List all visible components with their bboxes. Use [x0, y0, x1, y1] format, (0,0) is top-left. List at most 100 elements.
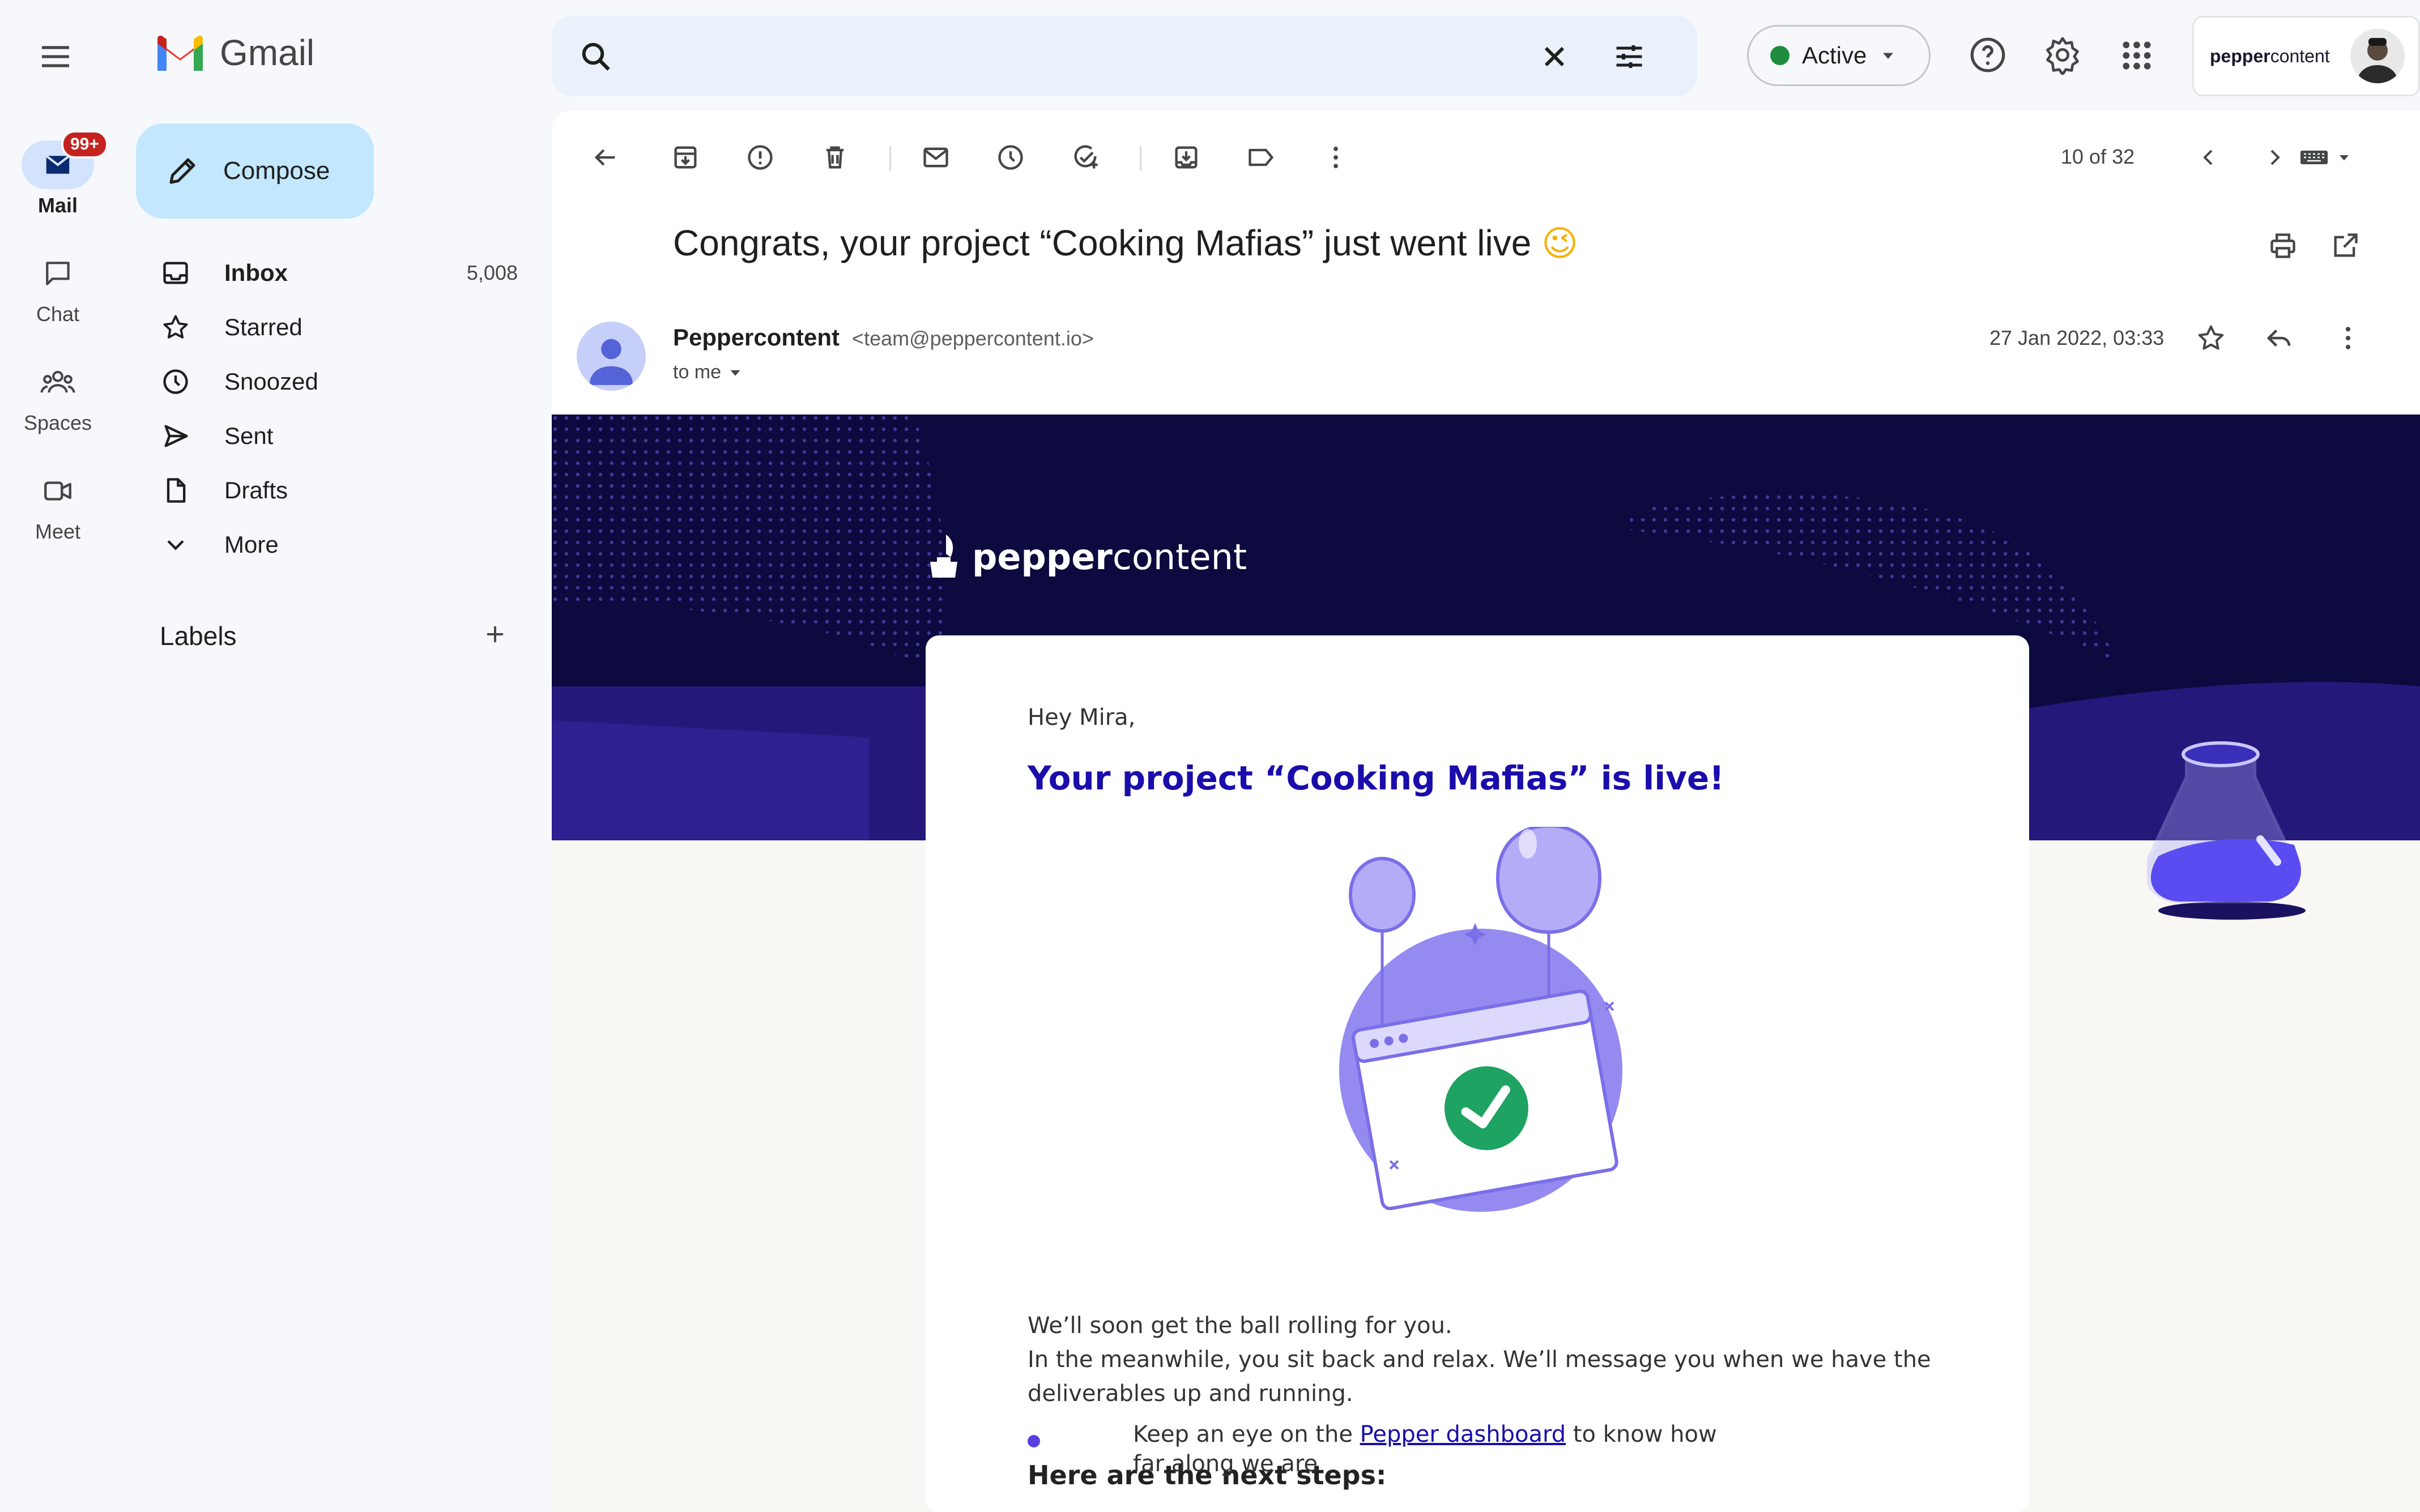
chevron-down-icon [161, 530, 195, 559]
star-icon [161, 313, 195, 342]
nav-item-snoozed[interactable]: Snoozed [161, 358, 529, 405]
add-task-icon [1071, 143, 1100, 172]
status-dot [1770, 46, 1790, 65]
video-camera-icon [22, 467, 94, 515]
nav-label: Snoozed [224, 368, 318, 395]
input-tools-button[interactable] [2299, 144, 2353, 171]
sidebar: Gmail Compose Inbox 5,008 Starred Snooze… [116, 0, 552, 1512]
sender-info: Peppercontent <team@peppercontent.io> [673, 324, 1094, 351]
clear-search-icon[interactable] [1537, 40, 1571, 74]
nav-label: Sent [224, 422, 274, 449]
avatar [2350, 29, 2405, 83]
print-icon[interactable] [2268, 231, 2298, 260]
chevron-right-icon [2261, 144, 2289, 171]
main-menu-icon[interactable] [37, 39, 74, 75]
project-live-illustration [1311, 827, 1628, 1235]
add-label-button[interactable] [478, 617, 512, 651]
keyboard-icon [2299, 144, 2329, 171]
back-button[interactable] [581, 134, 629, 181]
pencil-icon [165, 154, 199, 188]
settings-gear-icon[interactable] [2043, 35, 2082, 75]
reply-icon[interactable] [2264, 323, 2294, 353]
nav-item-starred[interactable]: Starred [161, 304, 529, 351]
compose-button[interactable]: Compose [136, 123, 374, 219]
account-switcher[interactable]: peppercontent [2192, 16, 2420, 96]
chat-icon [22, 249, 94, 298]
rail-item-mail[interactable]: 99+ Mail [0, 130, 116, 217]
newer-button[interactable] [2184, 134, 2232, 181]
email-subject: Congrats, your project “Cooking Mafias” … [673, 223, 1532, 263]
sender-name[interactable]: Peppercontent [673, 324, 840, 351]
dropdown-arrow-icon [1878, 45, 1898, 66]
clock-icon [161, 367, 195, 396]
snooze-button[interactable] [987, 134, 1034, 181]
mail-icon: 99+ [22, 130, 108, 189]
body-line-2: In the meanwhile, you sit back and relax… [1028, 1347, 1931, 1373]
nav-item-drafts[interactable]: Drafts [161, 467, 529, 514]
sender-avatar[interactable] [577, 322, 646, 391]
greeting: Hey Mira, [1028, 704, 1136, 731]
sender-email: <team@peppercontent.io> [852, 327, 1094, 350]
app-rail: 99+ Mail Chat Spaces Meet [0, 0, 116, 1512]
inbox-icon [161, 258, 195, 288]
archive-button[interactable] [662, 134, 709, 181]
help-icon[interactable] [1968, 35, 2008, 75]
rail-item-spaces[interactable]: Spaces [0, 358, 116, 435]
account-brand: peppercontent [2210, 45, 2330, 66]
chevron-left-icon [2195, 144, 2222, 171]
rail-item-meet[interactable]: Meet [0, 467, 116, 544]
step-text: Keep an eye on the Pepper dashboard to k… [1133, 1421, 1717, 1447]
plus-icon [482, 621, 509, 648]
archive-icon [671, 143, 700, 172]
gmail-logo[interactable]: Gmail [153, 32, 314, 74]
email-card: Hey Mira, Your project “Cooking Mafias” … [926, 635, 2029, 1512]
nav-label: Inbox [224, 259, 288, 286]
move-to-button[interactable] [1162, 134, 1210, 181]
status-selector[interactable]: Active [1747, 25, 1931, 86]
star-message-icon[interactable] [2196, 323, 2226, 353]
recipient-details-toggle[interactable]: to me [673, 361, 745, 383]
labels-button[interactable] [1237, 134, 1285, 181]
search-icon[interactable] [579, 40, 613, 74]
delete-button[interactable] [811, 134, 859, 181]
spaces-icon [22, 358, 94, 407]
apps-grid-icon[interactable] [2119, 37, 2155, 74]
search-bar[interactable] [552, 16, 1697, 96]
wink-emoji: 😉 [1541, 222, 1578, 264]
nav-item-inbox[interactable]: Inbox 5,008 [161, 249, 529, 297]
search-input[interactable] [625, 33, 1475, 79]
message-more-icon[interactable] [2333, 323, 2363, 353]
nav-item-more[interactable]: More [161, 521, 529, 569]
more-vert-icon [1321, 143, 1350, 172]
report-spam-icon [745, 143, 775, 172]
back-arrow-icon [590, 143, 620, 172]
pepper-dashboard-link[interactable]: Pepper dashboard [1360, 1421, 1566, 1447]
more-actions-button[interactable] [1312, 134, 1360, 181]
label-icon [1246, 143, 1276, 172]
nav-item-sent[interactable]: Sent [161, 412, 529, 460]
nav-label: Starred [224, 314, 302, 340]
body-line-3: deliverables up and running. [1028, 1381, 1353, 1407]
recipient-label: to me [673, 361, 722, 383]
toolbar-divider [1140, 146, 1141, 171]
draft-document-icon [161, 476, 195, 505]
move-to-icon [1171, 143, 1201, 172]
message-date: 27 Jan 2022, 03:33 [1989, 326, 2165, 349]
mark-unread-button[interactable] [912, 134, 960, 181]
compose-label: Compose [223, 157, 330, 185]
toolbar-divider [889, 146, 891, 171]
report-spam-button[interactable] [736, 134, 784, 181]
snooze-icon [996, 143, 1025, 172]
add-to-tasks-button[interactable] [1062, 134, 1109, 181]
open-new-window-icon[interactable] [2330, 231, 2360, 260]
search-options-icon[interactable] [1612, 40, 1646, 74]
rail-item-label: Spaces [23, 411, 92, 434]
pagination-label: 10 of 32 [2061, 145, 2135, 168]
app-name: Gmail [220, 32, 315, 73]
older-button[interactable] [2251, 134, 2299, 181]
unread-badge: 99+ [61, 130, 108, 159]
subject-line: Congrats, your project “Cooking Mafias” … [673, 222, 1578, 264]
status-label: Active [1802, 42, 1867, 69]
rail-item-chat[interactable]: Chat [0, 249, 116, 326]
inbox-count: 5,008 [466, 261, 518, 284]
